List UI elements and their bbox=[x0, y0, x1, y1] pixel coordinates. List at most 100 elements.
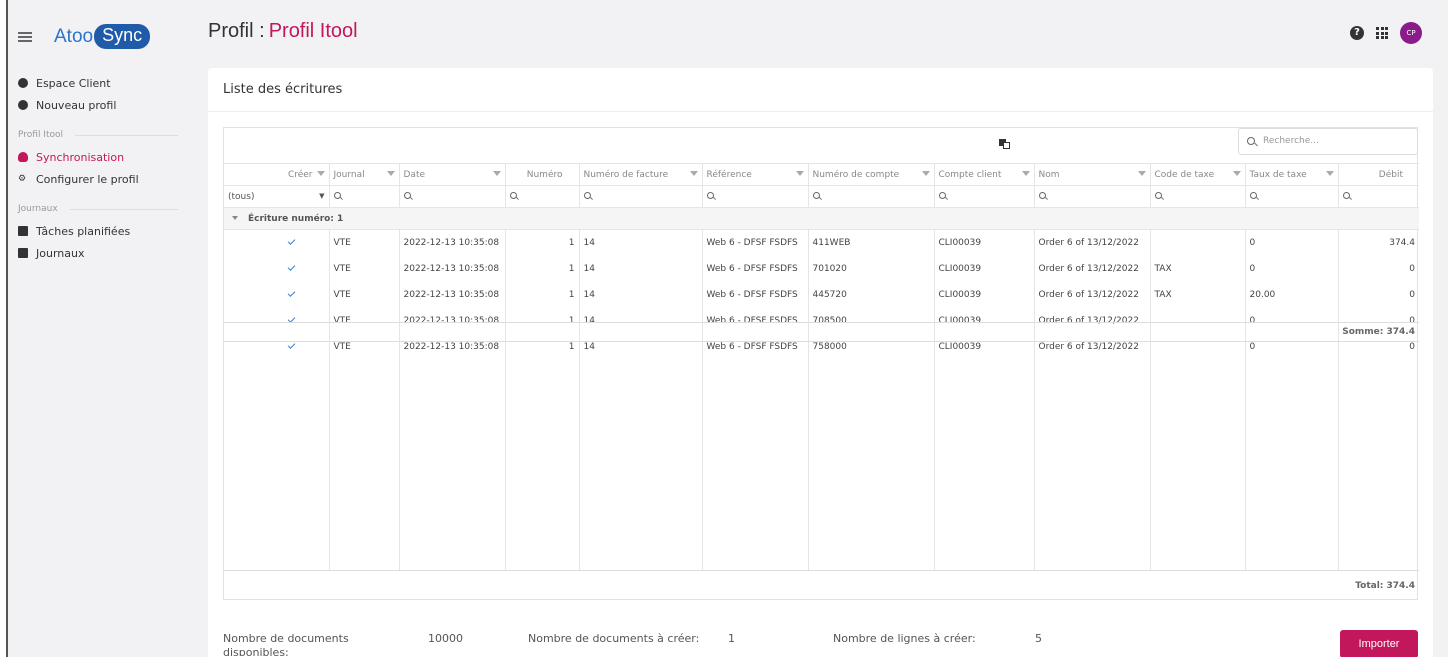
file-table-icon bbox=[18, 248, 28, 258]
col-creer[interactable]: Créer bbox=[224, 163, 329, 186]
cell-nom: Order 6 of 13/12/2022 bbox=[1033, 229, 1150, 256]
search-icon bbox=[509, 191, 517, 199]
search-icon bbox=[938, 191, 946, 199]
filter-row: (tous) ▼ bbox=[224, 185, 1419, 208]
main-card: Liste des écritures Recherche... Créer J… bbox=[208, 68, 1433, 657]
col-code-taxe[interactable]: Code de taxe bbox=[1149, 163, 1245, 186]
cell-compte: 411WEB bbox=[807, 229, 934, 256]
avatar[interactable]: CP bbox=[1400, 22, 1422, 44]
group-row[interactable]: Écriture numéro: 1 bbox=[224, 207, 1419, 230]
cell-facture: 14 bbox=[578, 229, 702, 256]
filter-cell[interactable] bbox=[328, 185, 399, 208]
filter-icon bbox=[795, 171, 804, 176]
cell-journal: VTE bbox=[328, 229, 399, 256]
logo-text: Atoo bbox=[54, 25, 94, 47]
col-date[interactable]: Date bbox=[398, 163, 505, 186]
search-icon bbox=[1342, 191, 1350, 199]
check-icon bbox=[287, 288, 295, 297]
chevron-down-icon bbox=[232, 216, 238, 220]
col-taux-taxe[interactable]: Taux de taxe bbox=[1244, 163, 1338, 186]
create-checkbox[interactable] bbox=[224, 256, 329, 282]
empty-area bbox=[224, 342, 1419, 570]
cell-client: CLI00039 bbox=[933, 281, 1034, 308]
create-checkbox[interactable] bbox=[224, 230, 329, 256]
brand: Atoo Sync bbox=[18, 24, 151, 49]
col-reference[interactable]: Référence bbox=[701, 163, 808, 186]
filter-icon bbox=[492, 171, 501, 176]
cell-reference: Web 6 - DFSF FSDFS bbox=[701, 229, 808, 256]
table-header: Créer Journal Date Numéro Numéro de fact… bbox=[224, 163, 1419, 186]
filter-cell[interactable] bbox=[1337, 185, 1419, 208]
col-facture[interactable]: Numéro de facture bbox=[578, 163, 702, 186]
cell-taux: 0 bbox=[1244, 229, 1338, 256]
filter-cell[interactable] bbox=[933, 185, 1034, 208]
sidebar-item-journaux[interactable]: Journaux bbox=[18, 242, 188, 264]
sidebar-item-taches[interactable]: Tâches planifiées bbox=[18, 220, 188, 242]
sidebar-item-espace-client[interactable]: Espace Client bbox=[18, 72, 188, 94]
table-row[interactable]: VTE 2022-12-13 10:35:08 1 14 Web 6 - DFSF FS… bbox=[224, 281, 1419, 308]
sidebar-item-label: Configurer le profil bbox=[36, 172, 139, 186]
filter-creer-select[interactable]: (tous) ▼ bbox=[224, 185, 329, 208]
cell-code-taxe bbox=[1149, 229, 1245, 256]
table-row[interactable]: VTE 2022-12-13 10:35:08 1 14 Web 6 - DFSF FS… bbox=[224, 229, 1419, 256]
filter-cell[interactable] bbox=[398, 185, 505, 208]
cell-debit: 0 bbox=[1337, 255, 1419, 282]
cloud-icon bbox=[18, 152, 28, 162]
cell-compte: 701020 bbox=[807, 255, 934, 282]
import-button[interactable]: Importer bbox=[1340, 630, 1418, 657]
filter-icon bbox=[1232, 171, 1241, 176]
section-label-profil: Profil Itool bbox=[18, 124, 188, 146]
cell-facture: 14 bbox=[578, 281, 702, 308]
window-edge bbox=[0, 0, 8, 657]
cell-client: CLI00039 bbox=[933, 255, 1034, 282]
filter-icon bbox=[921, 171, 930, 176]
filter-cell[interactable] bbox=[807, 185, 934, 208]
help-icon[interactable]: ? bbox=[1350, 26, 1364, 40]
cell-code-taxe: TAX bbox=[1149, 281, 1245, 308]
footer-stats: Nombre de documents disponibles: 10000 N… bbox=[223, 630, 1418, 657]
docs-creer-value: 1 bbox=[728, 632, 735, 645]
cell-numero: 1 bbox=[504, 255, 579, 282]
cell-taux: 0 bbox=[1244, 255, 1338, 282]
search-input[interactable]: Recherche... bbox=[1238, 128, 1418, 155]
cell-date: 2022-12-13 10:35:08 bbox=[398, 229, 505, 256]
col-compte[interactable]: Numéro de compte bbox=[807, 163, 934, 186]
gears-icon: ⚙ bbox=[18, 174, 27, 184]
table-row[interactable]: VTE 2022-12-13 10:35:08 1 14 Web 6 - DFSF FS… bbox=[224, 255, 1419, 282]
filter-cell[interactable] bbox=[701, 185, 808, 208]
col-client[interactable]: Compte client bbox=[933, 163, 1034, 186]
filter-cell[interactable] bbox=[1033, 185, 1150, 208]
sidebar-item-label: Synchronisation bbox=[36, 150, 125, 164]
cell-code-taxe: TAX bbox=[1149, 255, 1245, 282]
calendar-icon bbox=[18, 226, 28, 236]
filter-cell[interactable] bbox=[1149, 185, 1245, 208]
cell-debit: 374.4 bbox=[1337, 229, 1419, 256]
col-nom[interactable]: Nom bbox=[1033, 163, 1150, 186]
col-debit[interactable]: Débit bbox=[1337, 163, 1419, 186]
filter-cell[interactable] bbox=[1244, 185, 1338, 208]
filter-icon bbox=[1137, 171, 1146, 176]
menu-icon[interactable] bbox=[18, 31, 32, 42]
sidebar-item-nouveau-profil[interactable]: Nouveau profil bbox=[18, 94, 188, 116]
filter-cell[interactable] bbox=[578, 185, 702, 208]
cell-client: CLI00039 bbox=[933, 229, 1034, 256]
filter-icon bbox=[1021, 171, 1030, 176]
plus-circle-icon bbox=[18, 100, 28, 110]
search-icon bbox=[812, 191, 820, 199]
lignes-label: Nombre de lignes à créer: bbox=[833, 632, 976, 645]
search-icon bbox=[403, 191, 411, 199]
cell-taux: 20.00 bbox=[1244, 281, 1338, 308]
filter-icon bbox=[316, 171, 325, 176]
logo-cloud-icon: Sync bbox=[94, 24, 151, 49]
column-chooser-icon[interactable] bbox=[993, 133, 1015, 155]
filter-cell[interactable] bbox=[504, 185, 579, 208]
search-icon bbox=[1247, 137, 1255, 145]
create-checkbox[interactable] bbox=[224, 282, 329, 308]
sidebar-item-synchronisation[interactable]: Synchronisation bbox=[18, 146, 188, 168]
apps-grid-icon[interactable] bbox=[1376, 27, 1388, 39]
col-numero[interactable]: Numéro bbox=[504, 163, 579, 186]
col-journal[interactable]: Journal bbox=[328, 163, 399, 186]
search-icon bbox=[706, 191, 714, 199]
sidebar-item-configurer[interactable]: ⚙ Configurer le profil bbox=[18, 168, 188, 190]
cell-journal: VTE bbox=[328, 281, 399, 308]
